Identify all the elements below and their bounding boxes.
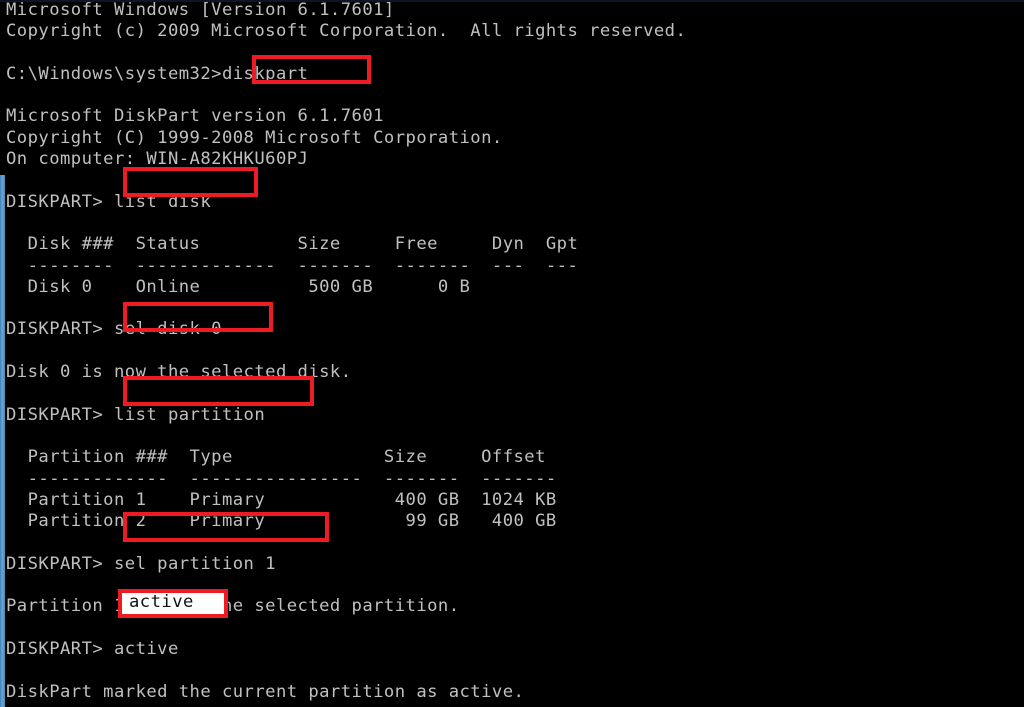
console-line: DISKPART> sel disk 0 (6, 319, 222, 340)
console-line: Partition 2 Primary 99 GB 400 GB (6, 511, 557, 532)
console-line: C:\Windows\system32>diskpart (6, 63, 309, 84)
console-line: DISKPART> sel partition 1 (6, 553, 276, 574)
console-line: Partition ### Type Size Offset (6, 447, 546, 468)
console-line: Partition 1 Primary 400 GB 1024 KB (6, 489, 557, 510)
console-line: DISKPART> list disk (6, 191, 212, 212)
console-line: Microsoft DiskPart version 6.1.7601 (6, 106, 384, 127)
console-line: ------------- ---------------- ------- -… (6, 468, 557, 489)
console-line: Disk 0 Online 500 GB 0 B (6, 276, 471, 297)
console-line: On computer: WIN-A82KHKU60PJ (6, 149, 309, 170)
console-output[interactable]: Microsoft Windows [Version 6.1.7601] Copy… (0, 0, 1024, 707)
console-line: DISKPART> list partition (6, 404, 266, 425)
console-window: Microsoft Windows [Version 6.1.7601] Copy… (0, 0, 1024, 707)
console-line: Microsoft Windows [Version 6.1.7601] (6, 0, 395, 20)
console-line: Copyright (c) 2009 Microsoft Corporation… (6, 21, 687, 42)
console-line: Copyright (C) 1999-2008 Microsoft Corpor… (6, 127, 503, 148)
console-line: -------- ------------- ------- ------- -… (6, 255, 579, 276)
console-line: Partition 1 is now the selected partitio… (6, 596, 460, 617)
console-line: Disk ### Status Size Free Dyn Gpt (6, 234, 579, 255)
console-line: DiskPart marked the current partition as… (6, 681, 525, 702)
console-line: DISKPART> active (6, 638, 179, 659)
console-line: Disk 0 is now the selected disk. (6, 362, 352, 383)
